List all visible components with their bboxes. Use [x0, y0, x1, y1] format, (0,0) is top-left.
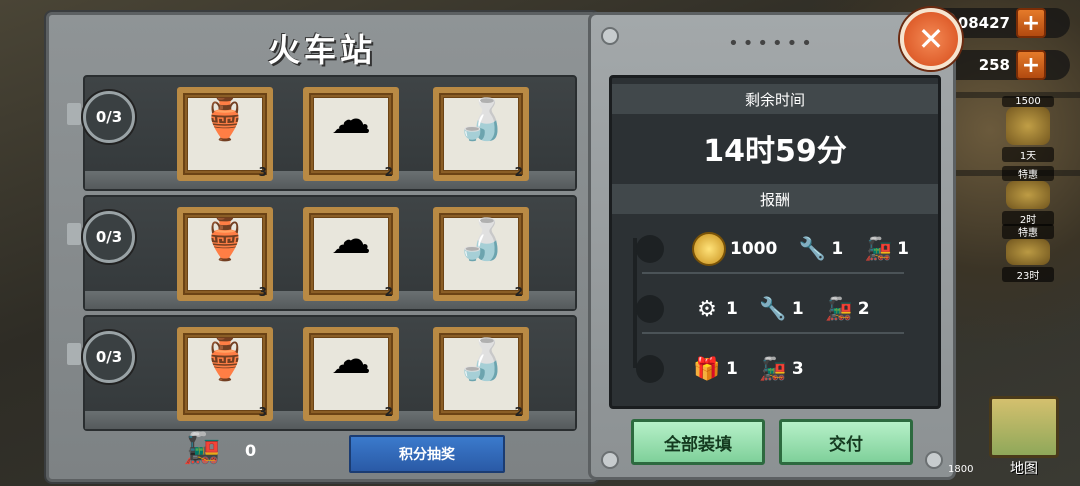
info-box: 剩余时间 14时59分 报酬 1000 🔧 1 🚂 1 ⚙ 1 🔧 1 🚂 2 🎁 1 🚂 3 — [609, 75, 941, 409]
station-panel: 火车站 0/3 🏺 3 ☁ 2 🍶 2 0/3 🏺 3 ☁ 2 🍶 2 0/3 — [46, 12, 598, 482]
bottle-icon: 🍶 — [456, 97, 506, 143]
add-coin-button[interactable]: + — [1016, 8, 1046, 38]
order-item-slot[interactable]: ☁ 2 — [303, 207, 399, 301]
order-item-slot[interactable]: 🍶 2 — [433, 87, 529, 181]
reward-header: 报酬 — [612, 184, 938, 214]
flour-icon: ☁ — [331, 337, 371, 383]
order-progress-badge: 0/3 — [83, 211, 135, 263]
jug-icon: 🏺 — [200, 337, 250, 383]
order-item-slot[interactable]: ☁ 2 — [303, 87, 399, 181]
train-icon: 🚂 — [864, 236, 892, 262]
wrench-icon: 🔧 — [759, 296, 787, 322]
close-icon[interactable]: ✕ — [900, 8, 962, 70]
side-offer-3[interactable]: 特惠 23时 — [1002, 222, 1054, 282]
piggy-bank-icon — [1006, 107, 1050, 145]
order-progress-badge: 0/3 — [83, 331, 135, 383]
time-remaining: 14时59分 — [703, 134, 847, 169]
order-item-slot[interactable]: 🍶 2 — [433, 207, 529, 301]
time-header: 剩余时间 — [612, 84, 938, 114]
bottle-icon: 🍶 — [456, 217, 506, 263]
page-indicator: •••••• — [728, 33, 816, 54]
submit-button[interactable]: 交付 — [779, 419, 913, 465]
side-offer-1[interactable]: 1500 1天 — [1002, 94, 1054, 162]
bottom-counter: 1800 — [948, 464, 974, 475]
flour-icon: ☁ — [331, 97, 371, 143]
reward-row: 1000 🔧 1 🚂 1 — [636, 226, 909, 274]
lottery-button[interactable]: 积分抽奖 — [349, 435, 505, 473]
order-progress-badge: 0/3 — [83, 91, 135, 143]
gear-icon: ⚙ — [697, 296, 717, 322]
order-item-slot[interactable]: 🏺 3 — [177, 327, 273, 421]
load-all-button[interactable]: 全部装填 — [631, 419, 765, 465]
order-detail-panel: •••••• 剩余时间 14时59分 报酬 1000 🔧 1 🚂 1 ⚙ 1 🔧 1 🚂… — [588, 12, 956, 480]
add-gem-button[interactable]: + — [1016, 50, 1046, 80]
map-button[interactable]: 地图 — [984, 396, 1064, 478]
order-item-slot[interactable]: 🏺 3 — [177, 207, 273, 301]
jug-icon: 🏺 — [200, 97, 250, 143]
map-icon — [989, 396, 1059, 458]
bottle-icon: 🍶 — [456, 337, 506, 383]
order-item-slot[interactable]: ☁ 2 — [303, 327, 399, 421]
side-offer-2[interactable]: 特惠 2时 — [1002, 164, 1054, 226]
chest-icon — [1006, 239, 1050, 265]
reward-row: 🎁 1 🚂 3 — [636, 346, 904, 392]
train-icon: 🚂 — [183, 431, 221, 466]
order-item-slot[interactable]: 🍶 2 — [433, 327, 529, 421]
gift-box-icon — [1006, 181, 1050, 209]
page-title: 火车站 — [267, 31, 376, 69]
jug-icon: 🏺 — [200, 217, 250, 263]
train-icon: 🚂 — [824, 296, 853, 322]
score-value: 0 — [245, 441, 257, 460]
flour-icon: ☁ — [331, 217, 371, 263]
station-footer: 🚂 0 积分抽奖 — [49, 431, 595, 473]
coin-icon — [692, 232, 726, 266]
train-icon: 🚂 — [759, 356, 787, 382]
wrench-icon: 🔧 — [798, 236, 827, 262]
reward-row: ⚙ 1 🔧 1 🚂 2 — [636, 286, 904, 334]
gift-icon: 🎁 — [693, 356, 721, 382]
order-item-slot[interactable]: 🏺 3 — [177, 87, 273, 181]
